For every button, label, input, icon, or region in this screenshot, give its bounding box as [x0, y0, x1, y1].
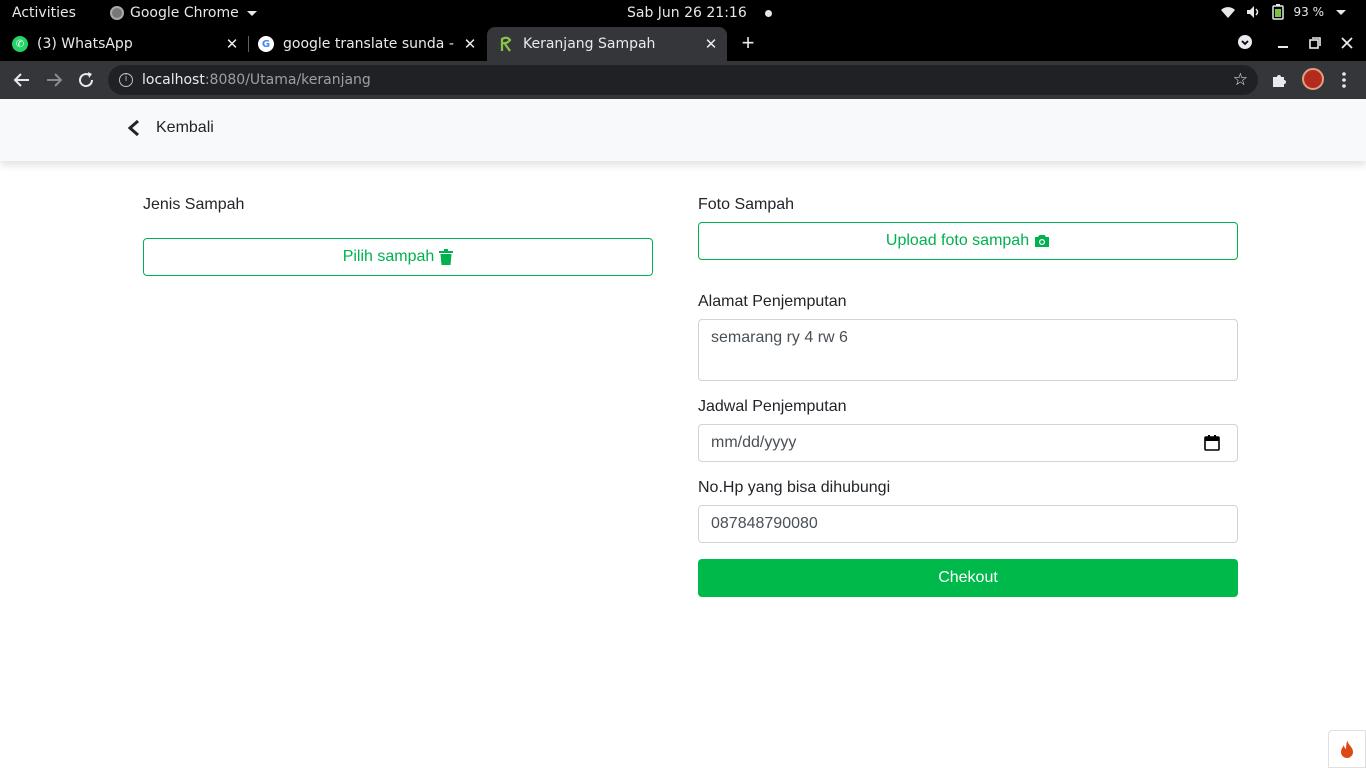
activities-button[interactable]: Activities	[12, 5, 76, 21]
chevron-left-icon	[127, 119, 139, 137]
tab-google-translate[interactable]: G google translate sunda - F ✕	[258, 27, 486, 61]
back-link[interactable]: Kembali	[126, 119, 214, 137]
more-vertical-icon	[1342, 72, 1346, 88]
tab-whatsapp[interactable]: ✆ (3) WhatsApp ✕	[12, 27, 248, 61]
camera-icon	[1035, 235, 1050, 247]
arrow-left-icon	[13, 73, 29, 87]
upload-foto-label: Upload foto sampah	[885, 232, 1030, 249]
close-icon[interactable]: ✕	[462, 36, 478, 52]
close-window-button[interactable]	[1337, 34, 1357, 54]
jadwal-date-input[interactable]: mm/dd/yyyy	[698, 424, 1238, 462]
reload-icon	[79, 72, 94, 88]
notification-dot-icon	[764, 9, 772, 17]
tab-strip: ✆ (3) WhatsApp ✕ G google translate sund…	[0, 27, 1366, 61]
jadwal-label: Jadwal Penjemputan	[698, 398, 847, 415]
url-path: :8080/Utama/keranjang	[204, 72, 371, 88]
alamat-label: Alamat Penjemputan	[698, 293, 847, 310]
system-tray[interactable]: 93 %	[1220, 4, 1346, 20]
upload-foto-button[interactable]: Upload foto sampah	[698, 222, 1238, 260]
forward-button[interactable]	[42, 68, 66, 92]
bookmark-star-icon[interactable]: ☆	[1233, 70, 1248, 90]
alamat-value: semarang ry 4 rw 6	[711, 329, 848, 346]
url-text[interactable]: localhost:8080/Utama/keranjang	[142, 72, 371, 88]
url-host: localhost	[142, 72, 205, 88]
extensions-button[interactable]	[1268, 69, 1290, 91]
tab-keranjang-sampah[interactable]: Keranjang Sampah ✕	[487, 27, 727, 61]
calendar-icon[interactable]	[1204, 435, 1220, 451]
app-leaf-icon	[498, 36, 514, 52]
alamat-textarea[interactable]: semarang ry 4 rw 6	[698, 319, 1238, 381]
no-hp-value: 087848790080	[711, 515, 818, 532]
arrow-right-icon	[47, 73, 63, 87]
tab-title: Keranjang Sampah	[523, 36, 656, 52]
tab-divider	[248, 36, 249, 52]
chevron-down-icon	[246, 10, 257, 16]
back-button[interactable]	[10, 68, 34, 92]
puzzle-icon	[1273, 75, 1286, 87]
jenis-sampah-label: Jenis Sampah	[143, 196, 245, 213]
new-tab-button[interactable]: +	[737, 32, 759, 54]
debug-toolbar-flame-icon[interactable]	[1328, 730, 1366, 768]
back-label: Kembali	[156, 119, 214, 136]
info-icon[interactable]: i	[119, 73, 133, 87]
restore-button[interactable]	[1305, 34, 1325, 54]
no-hp-input[interactable]: 087848790080	[698, 505, 1238, 543]
google-icon: G	[258, 36, 274, 52]
profile-avatar[interactable]	[1302, 68, 1324, 90]
clock[interactable]: Sab Jun 26 21:16	[627, 5, 772, 21]
address-bar[interactable]: i localhost:8080/Utama/keranjang ☆	[108, 65, 1258, 95]
chrome-menu-button[interactable]	[1336, 68, 1352, 92]
battery-icon	[1271, 4, 1284, 20]
browser-toolbar: i localhost:8080/Utama/keranjang ☆	[0, 61, 1366, 99]
app-menu-label: Google Chrome	[130, 5, 239, 21]
wifi-icon	[1220, 7, 1235, 18]
restore-icon	[1309, 37, 1321, 49]
chrome-icon	[110, 6, 124, 20]
app-navbar: Kembali	[0, 99, 1366, 161]
no-hp-label: No.Hp yang bisa dihubungi	[698, 479, 891, 496]
foto-sampah-label: Foto Sampah	[698, 196, 795, 213]
close-icon	[1341, 37, 1353, 49]
flame-icon	[1341, 740, 1353, 758]
tab-search-button[interactable]	[1235, 34, 1255, 54]
page-content: Kembali Jenis Sampah Pilih sampah Foto S…	[0, 99, 1366, 768]
app-menu[interactable]: Google Chrome	[110, 5, 257, 21]
checkout-button[interactable]: Chekout	[698, 559, 1238, 597]
reload-button[interactable]	[74, 68, 98, 92]
trash-icon	[439, 249, 454, 265]
close-icon[interactable]: ✕	[224, 36, 240, 52]
volume-icon	[1246, 6, 1258, 18]
chevron-down-icon	[1336, 9, 1346, 15]
checkout-label: Chekout	[938, 569, 998, 586]
tab-title: google translate sunda - F	[283, 36, 458, 52]
jadwal-placeholder: mm/dd/yyyy	[711, 434, 797, 451]
system-top-bar: Activities Google Chrome Sab Jun 26 21:1…	[0, 0, 1366, 27]
close-icon[interactable]: ✕	[703, 36, 719, 52]
minimize-button[interactable]	[1273, 34, 1293, 54]
tab-title: (3) WhatsApp	[37, 36, 133, 52]
battery-label: 93 %	[1293, 5, 1325, 19]
minimize-icon	[1278, 46, 1288, 48]
pilih-sampah-button[interactable]: Pilih sampah	[143, 238, 653, 276]
pilih-sampah-label: Pilih sampah	[342, 248, 435, 265]
clock-label: Sab Jun 26 21:16	[627, 5, 747, 21]
whatsapp-icon: ✆	[12, 36, 28, 52]
chevron-down-circle-icon	[1238, 35, 1252, 49]
